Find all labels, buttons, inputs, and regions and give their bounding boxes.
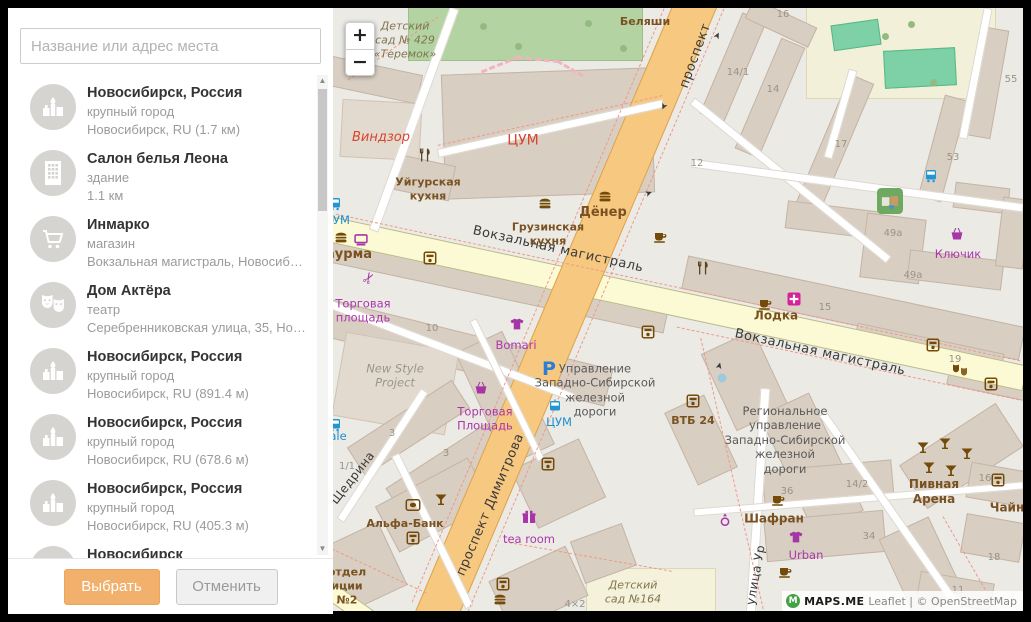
bus-icon: [333, 198, 341, 211]
result-title: Новосибирск, Россия: [87, 348, 249, 367]
result-address: Новосибирск, RU (678.6 м): [87, 451, 249, 469]
house-number-label: 55: [1005, 74, 1018, 87]
bus-icon: [333, 419, 341, 432]
result-title: Новосибирск, Россия: [87, 414, 249, 433]
result-type: крупный город: [87, 103, 242, 121]
result-item[interactable]: Салон белья Леоназдание1.1 км: [8, 140, 333, 206]
building: [960, 513, 1023, 563]
result-address: Новосибирск, RU (405.3 м): [87, 517, 249, 535]
scrollbar-thumb[interactable]: [318, 89, 327, 211]
result-address: Вокзальная магистраль, Новосибирск,...: [87, 253, 307, 271]
scrollbar[interactable]: ▲ ▼: [317, 75, 328, 555]
map-attribution: M MAPS.ME Leaflet | © OpenStreetMap: [782, 591, 1023, 611]
cancel-button[interactable]: Отменить: [176, 569, 278, 605]
ring-icon: [720, 514, 730, 527]
tree-icon: [930, 79, 937, 86]
city-icon: [30, 414, 76, 460]
city-icon: [30, 84, 76, 130]
result-item[interactable]: ИнмаркомагазинВокзальная магистраль, Нов…: [8, 206, 333, 272]
zoom-in-button[interactable]: +: [345, 22, 375, 49]
tree-icon: [480, 23, 487, 30]
result-title: Новосибирск, Россия: [87, 480, 249, 499]
zoom-out-button[interactable]: −: [345, 49, 375, 76]
sports-field: [883, 47, 957, 89]
result-type: театр: [87, 301, 307, 319]
result-address: 1.1 км: [87, 187, 228, 205]
dialog-footer: Выбрать Отменить: [8, 558, 333, 614]
basket-icon: [951, 228, 964, 240]
result-item[interactable]: Дом АктёратеатрСеребренниковская улица, …: [8, 272, 333, 338]
attribution-brand: MAPS.ME: [804, 595, 864, 608]
building: [488, 545, 588, 611]
result-address: Новосибирск, RU (1.7 км): [87, 121, 242, 139]
map-canvas[interactable]: Вокзальная магистральВокзальная магистра…: [333, 8, 1023, 611]
tree-icon: [908, 21, 915, 28]
scroll-up-icon[interactable]: ▲: [317, 75, 328, 87]
coffee-icon: [653, 231, 667, 243]
mapsme-logo-icon: M: [786, 594, 800, 608]
result-address: Серебренниковская улица, 35, Новоси...: [87, 319, 307, 337]
tree-icon: [585, 20, 592, 27]
place-label: tea room: [503, 532, 555, 546]
search-panel: Новосибирск, Россиякрупный городНовосиби…: [8, 8, 333, 614]
coffee-icon: [778, 566, 792, 578]
result-item[interactable]: Новосибирск, Россиякрупный городНовосиби…: [8, 470, 333, 536]
search-input[interactable]: [20, 28, 321, 64]
attribution-links[interactable]: Leaflet | © OpenStreetMap: [868, 595, 1017, 608]
result-type: крупный город: [87, 433, 249, 451]
city-icon: [30, 348, 76, 394]
result-type: здание: [87, 169, 228, 187]
result-title: Дом Актёра: [87, 282, 307, 301]
building: [763, 510, 886, 562]
result-item[interactable]: Новосибирск, Россиякрупный городНовосиби…: [8, 74, 333, 140]
tree-icon: [620, 45, 627, 52]
cart-icon: [30, 216, 76, 262]
result-type: крупный город: [87, 367, 249, 385]
building: [906, 249, 1004, 290]
result-title: Новосибирск, Россия: [87, 84, 242, 103]
city-icon: [30, 480, 76, 526]
scroll-down-icon[interactable]: ▼: [317, 543, 328, 555]
result-title: Новосибирск: [87, 546, 183, 558]
tree-icon: [515, 43, 522, 50]
result-title: Инмарко: [87, 216, 307, 235]
result-address: Новосибирск, RU (891.4 м): [87, 385, 249, 403]
result-item[interactable]: Новосибирск, Россиякрупный городНовосиби…: [8, 338, 333, 404]
city-icon: [30, 546, 76, 558]
search-box: [20, 28, 321, 64]
result-item[interactable]: Новосибирск, Россиякрупный городНовосиби…: [8, 404, 333, 470]
select-button[interactable]: Выбрать: [64, 569, 160, 605]
tshirt-icon: [511, 319, 524, 330]
zoom-control: + −: [345, 22, 375, 76]
tree-icon: [882, 33, 889, 40]
theater-icon: [30, 282, 76, 328]
result-title: Салон белья Леона: [87, 150, 228, 169]
building-icon: [30, 150, 76, 196]
result-type: магазин: [87, 235, 307, 253]
result-item[interactable]: Новосибирск: [8, 536, 333, 558]
result-type: крупный город: [87, 499, 249, 517]
results-list: Новосибирск, Россиякрупный городНовосиби…: [8, 74, 333, 558]
burger-icon: [539, 199, 552, 210]
place-label: ale: [333, 429, 347, 443]
house-number-label: 1/1: [339, 461, 355, 474]
